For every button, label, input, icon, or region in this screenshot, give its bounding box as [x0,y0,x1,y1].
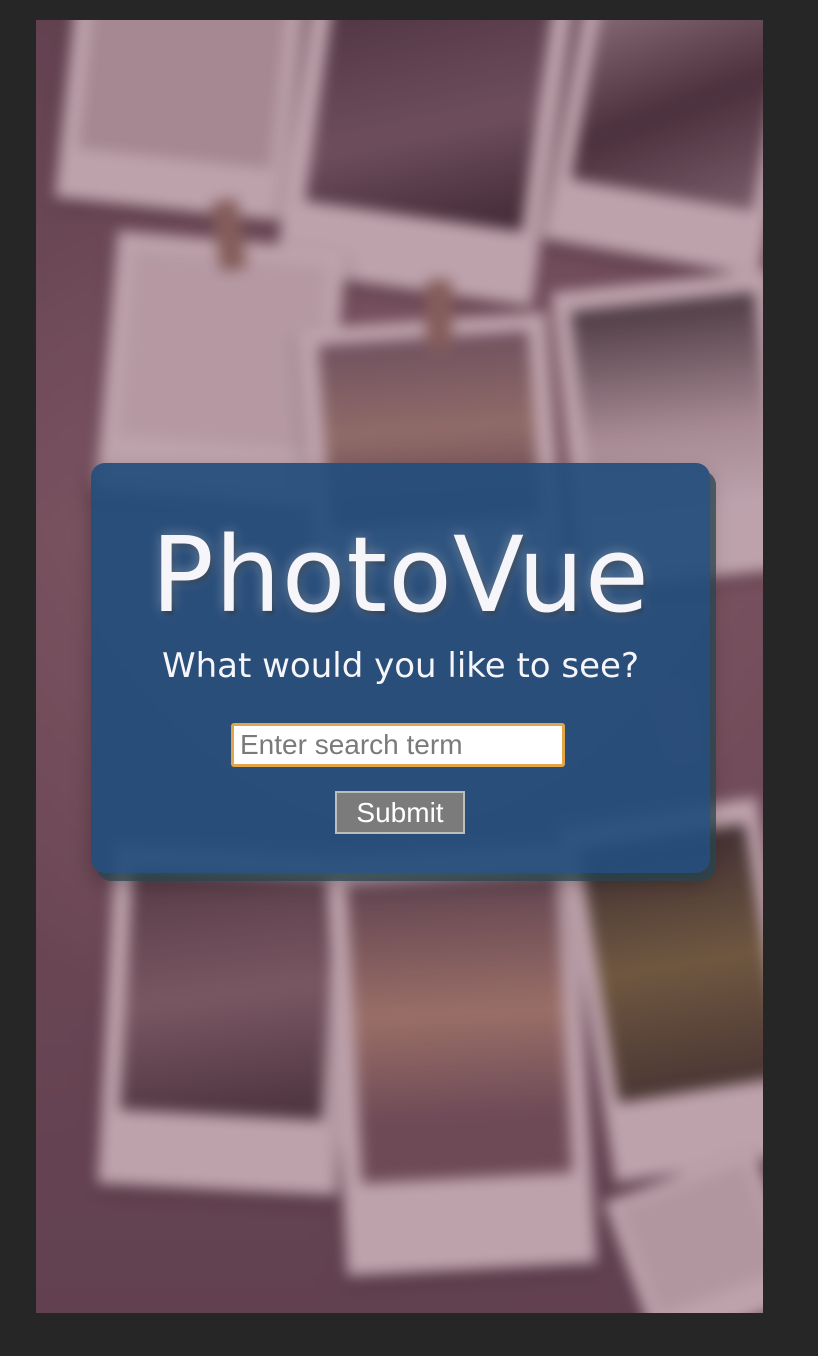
search-card: PhotoVue What would you like to see? Sub… [91,463,710,873]
submit-button[interactable]: Submit [335,791,465,834]
app-title: PhotoVue [151,514,650,636]
search-input[interactable] [231,723,565,767]
search-prompt: What would you like to see? [161,646,640,686]
